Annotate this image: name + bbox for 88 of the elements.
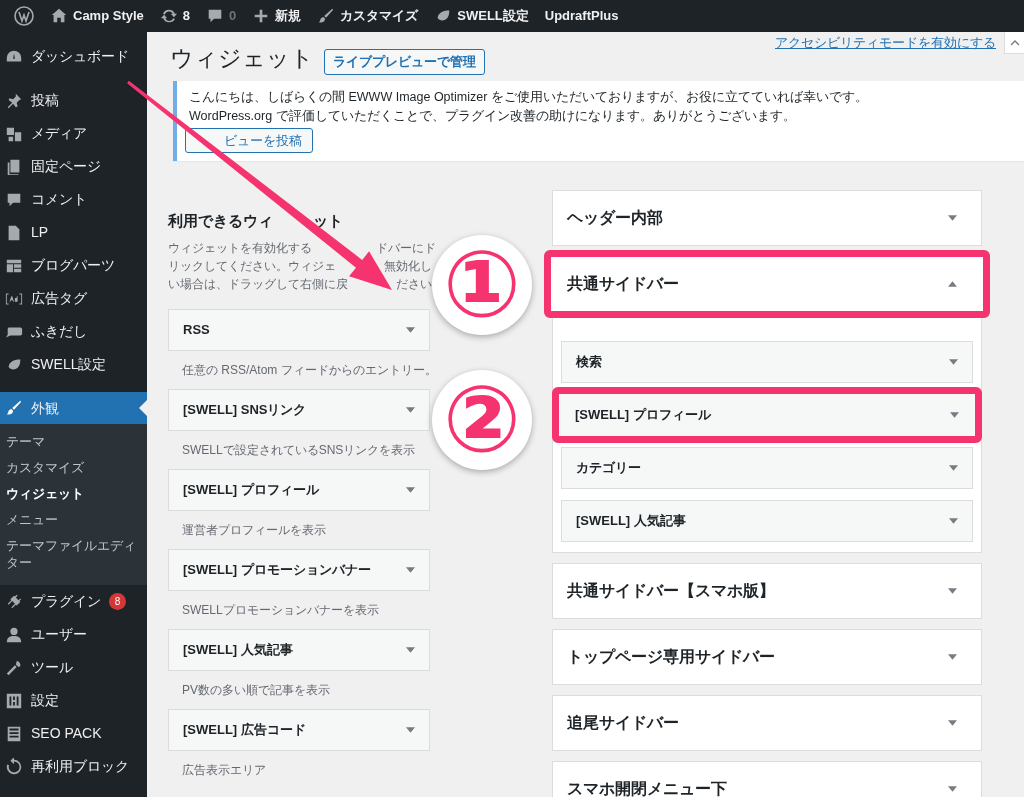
user-icon	[5, 625, 23, 644]
menu-item[interactable]: コメント	[0, 183, 147, 216]
widget-description: 運営者プロフィールを表示	[181, 521, 327, 539]
expand-caret-icon[interactable]	[948, 214, 957, 221]
refresh-icon	[159, 7, 178, 25]
widget-description: 任意の RSS/Atom フィードからのエントリー。	[181, 361, 430, 379]
menu-item[interactable]: メディア	[0, 117, 147, 150]
description-text: ウィジェットを有効化する	[168, 239, 312, 257]
widget-item[interactable]: カテゴリー	[561, 446, 973, 489]
expand-caret-icon[interactable]	[948, 587, 957, 594]
widget-description: PV数の多い順で記事を表示	[181, 681, 331, 699]
expand-caret-icon[interactable]	[949, 464, 958, 471]
expand-caret-icon[interactable]	[949, 358, 958, 365]
expand-caret-icon[interactable]	[948, 719, 957, 726]
menu-item[interactable]: 設定	[0, 684, 147, 717]
expand-caret-icon[interactable]	[406, 486, 415, 493]
toolbar-link[interactable]: 8	[182, 6, 191, 26]
menu-item[interactable]: ふきだし	[0, 315, 147, 348]
expand-caret-icon[interactable]	[950, 411, 959, 418]
review-button[interactable]: ビューを投稿	[185, 127, 313, 153]
expand-caret-icon[interactable]	[406, 406, 415, 413]
expand-caret-icon[interactable]	[948, 785, 957, 792]
collapse-caret-icon[interactable]	[948, 280, 957, 287]
widget-item[interactable]: [SWELL] プロフィール	[168, 468, 430, 511]
menu-item[interactable]: SWELL設定	[0, 348, 147, 381]
page-title: ウィジェット	[170, 45, 314, 73]
menu-item[interactable]: プラグイン 8	[0, 585, 147, 618]
wordpress-logo-icon	[14, 6, 34, 26]
submenu-item[interactable]: テーマファイルエディター	[0, 534, 147, 577]
menu-item[interactable]: 再利用ブロック	[0, 750, 147, 783]
widget-description: 広告表示エリア	[181, 761, 267, 779]
menu-item[interactable]: ダッシュボード	[0, 40, 147, 73]
expand-caret-icon[interactable]	[406, 646, 415, 653]
accessibility-link[interactable]: アクセシビリティモードを有効にする	[775, 33, 996, 53]
toolbar-link[interactable]: SWELL設定	[457, 6, 529, 26]
menu-item[interactable]: ツール	[0, 651, 147, 684]
step-number: ②	[432, 370, 532, 470]
menu-item[interactable]: 投稿	[0, 84, 147, 117]
expand-caret-icon[interactable]	[406, 726, 415, 733]
sidebar-area-header[interactable]: 共通サイドバー	[544, 249, 990, 318]
toolbar-link[interactable]: Camp Style	[73, 6, 144, 26]
widget-item[interactable]: [SWELL] 広告コード	[168, 708, 430, 751]
submenu-item[interactable]: カスタマイズ	[0, 456, 147, 482]
notice-text: こんにちは、しばらくの間 EWWW Image Optimizer をご使用いただいておりますが、お役に立てていれば幸いです。 WordPress.org で評価していただくことで、プラグイン改善の助けになります。ありがとうございます。	[189, 88, 869, 125]
submenu-item[interactable]: ウィジェット	[0, 482, 147, 508]
submenu-item[interactable]: テーマ	[0, 430, 147, 456]
brush-icon	[317, 7, 336, 25]
section-heading: ット	[313, 211, 343, 230]
toolbar-link[interactable]: 新規	[275, 6, 302, 26]
widget-item[interactable]: [SWELL] 人気記事	[561, 499, 973, 542]
widget-item[interactable]: RSS	[168, 308, 430, 351]
description-text: リックしてください。ウィジェ	[168, 257, 336, 275]
brush-icon	[5, 399, 23, 417]
widget-item[interactable]: 検索	[561, 340, 973, 383]
menu-item[interactable]: 固定ページ	[0, 150, 147, 183]
widget-item[interactable]: [SWELL] 人気記事	[168, 628, 430, 671]
menu-item[interactable]: SEO PACK	[0, 717, 147, 750]
widget-description: SWELLプロモーションバナーを表示	[181, 601, 380, 619]
expand-caret-icon[interactable]	[406, 566, 415, 573]
pin-icon	[5, 91, 23, 110]
count-badge: 8	[109, 593, 126, 610]
wrench-icon	[5, 658, 23, 677]
submenu-item[interactable]: メニュー	[0, 508, 147, 534]
toolbar-link[interactable]: UpdraftPlus	[544, 6, 619, 26]
menu-item[interactable]: ユーザー	[0, 618, 147, 651]
expand-caret-icon[interactable]	[406, 326, 415, 333]
widget-item[interactable]: [SWELL] プロモーションバナー	[168, 548, 430, 591]
home-icon	[50, 7, 68, 25]
expand-caret-icon[interactable]	[949, 517, 958, 524]
section-heading: 利用できるウィ	[168, 211, 273, 230]
menu-item[interactable]: ブログパーツ	[0, 249, 147, 282]
plug-icon	[5, 592, 23, 611]
menu-item[interactable]: LP	[0, 216, 147, 249]
settings-icon	[5, 691, 23, 710]
toolbar-link[interactable]: カスタマイズ	[340, 6, 419, 26]
description-text: 無効化し	[384, 257, 432, 275]
widget-item[interactable]: [SWELL] プロフィール	[552, 386, 982, 443]
description-text: ださい	[396, 275, 432, 293]
reload-icon	[5, 757, 23, 776]
caret-icon[interactable]	[1009, 39, 1020, 46]
widget-item[interactable]: [SWELL] SNSリンク	[168, 388, 430, 431]
menu-item[interactable]: 広告タグ	[0, 282, 147, 315]
menu-item[interactable]: 外観	[0, 392, 147, 424]
widget-description: SWELLで設定されているSNSリンクを表示	[181, 441, 417, 459]
expand-caret-icon[interactable]	[948, 653, 957, 660]
live-preview-button[interactable]: ライブプレビューで管理	[324, 49, 485, 75]
description-text: い場合は、ドラッグして右側に戻	[168, 275, 348, 293]
list-icon	[5, 724, 23, 743]
